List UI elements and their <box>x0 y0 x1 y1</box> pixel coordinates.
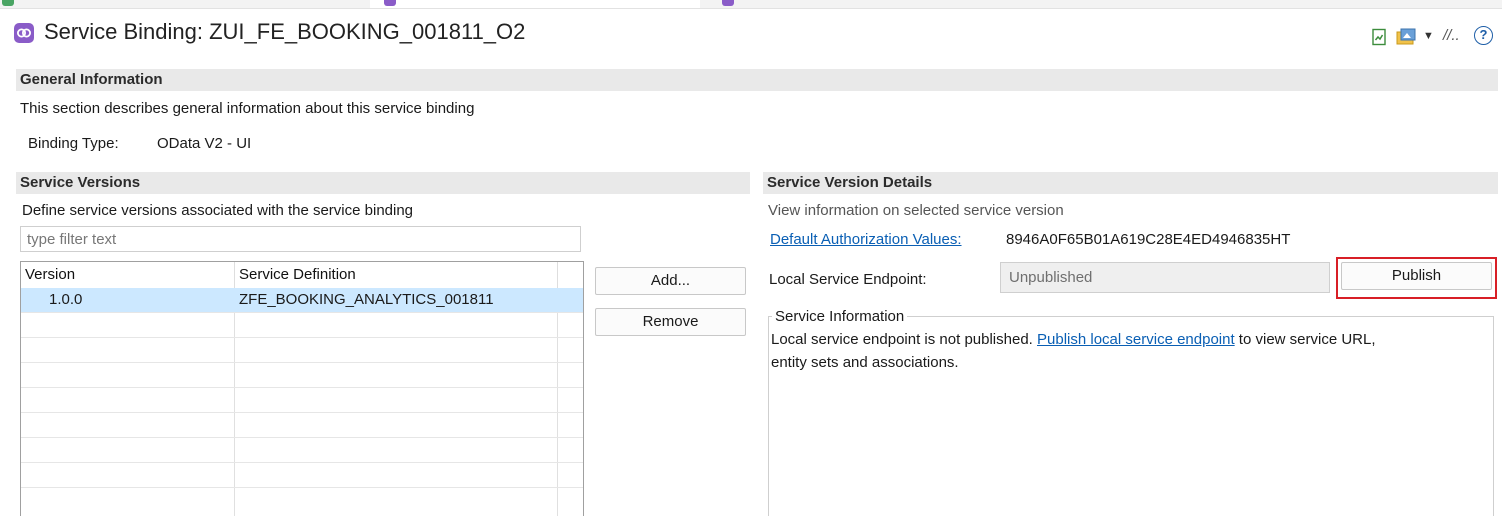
column-header-version[interactable]: Version <box>21 262 235 288</box>
version-cell: 1.0.0 <box>49 291 83 308</box>
image-folder-icon[interactable] <box>1396 28 1418 46</box>
column-header-service-definition[interactable]: Service Definition <box>235 262 558 288</box>
section-title: General Information <box>20 71 163 88</box>
service-binding-icon <box>14 23 34 43</box>
link-icon[interactable]: //.. <box>1443 27 1460 44</box>
editor-tab[interactable] <box>0 0 360 8</box>
service-versions-table[interactable]: Version Service Definition 1.0.0 ZFE_BOO… <box>20 261 584 516</box>
table-row-empty <box>21 387 583 411</box>
service-information-title: Service Information <box>772 308 908 326</box>
add-button[interactable]: Add... <box>595 267 746 295</box>
tab-type-icon <box>384 0 396 6</box>
filter-input-box[interactable] <box>20 226 581 252</box>
section-title: Service Version Details <box>767 174 933 191</box>
binding-type-value: OData V2 - UI <box>157 135 252 152</box>
filter-input[interactable] <box>21 227 580 251</box>
service-information-text: Local service endpoint is not published.… <box>771 330 1376 350</box>
table-row-empty <box>21 412 583 436</box>
page-title: Service Binding: ZUI_FE_BOOKING_001811_O… <box>44 19 526 44</box>
info-prefix: Local service endpoint is not published. <box>771 331 1038 348</box>
tab-type-icon <box>2 0 14 6</box>
tab-type-icon <box>722 0 734 6</box>
details-description: View information on selected service ver… <box>768 202 1064 219</box>
table-row-empty <box>21 462 583 486</box>
publish-local-service-endpoint-link[interactable]: Publish local service endpoint <box>1037 331 1235 348</box>
authorization-value: 8946A0F65B01A619C28E4ED4946835HT <box>1006 231 1291 248</box>
binding-type-label: Binding Type: <box>28 135 119 152</box>
service-definition-cell: ZFE_BOOKING_ANALYTICS_001811 <box>239 291 494 308</box>
local-service-endpoint-label: Local Service Endpoint: <box>769 271 927 288</box>
green-document-icon[interactable] <box>1370 28 1388 46</box>
info-suffix: to view service URL, <box>1234 331 1376 348</box>
table-row-empty <box>21 487 583 511</box>
help-icon[interactable]: ? <box>1474 26 1493 45</box>
table-row-empty <box>21 437 583 461</box>
table-row-empty <box>21 337 583 361</box>
table-row-empty <box>21 362 583 386</box>
local-service-endpoint-field[interactable]: Unpublished <box>1000 262 1330 293</box>
default-authorization-values-link[interactable]: Default Authorization Values: <box>770 230 962 250</box>
service-versions-header[interactable]: Service Versions <box>16 172 750 194</box>
table-row[interactable]: 1.0.0 ZFE_BOOKING_ANALYTICS_001811 <box>21 288 583 312</box>
editor-tab[interactable] <box>712 0 1012 8</box>
general-description: This section describes general informati… <box>20 100 475 117</box>
remove-button[interactable]: Remove <box>595 308 746 336</box>
editor-tab-active[interactable] <box>370 0 700 8</box>
section-title: Service Versions <box>20 174 141 191</box>
publish-button[interactable]: Publish <box>1341 262 1492 290</box>
table-row-empty <box>21 312 583 336</box>
service-versions-description: Define service versions associated with … <box>22 202 414 219</box>
general-information-header[interactable]: General Information <box>16 69 1498 91</box>
service-information-text-line2: entity sets and associations. <box>771 354 959 371</box>
dropdown-arrow-icon[interactable]: ▼ <box>1423 30 1434 42</box>
editor-tab-strip <box>0 0 1502 9</box>
service-version-details-header[interactable]: Service Version Details <box>763 172 1498 194</box>
